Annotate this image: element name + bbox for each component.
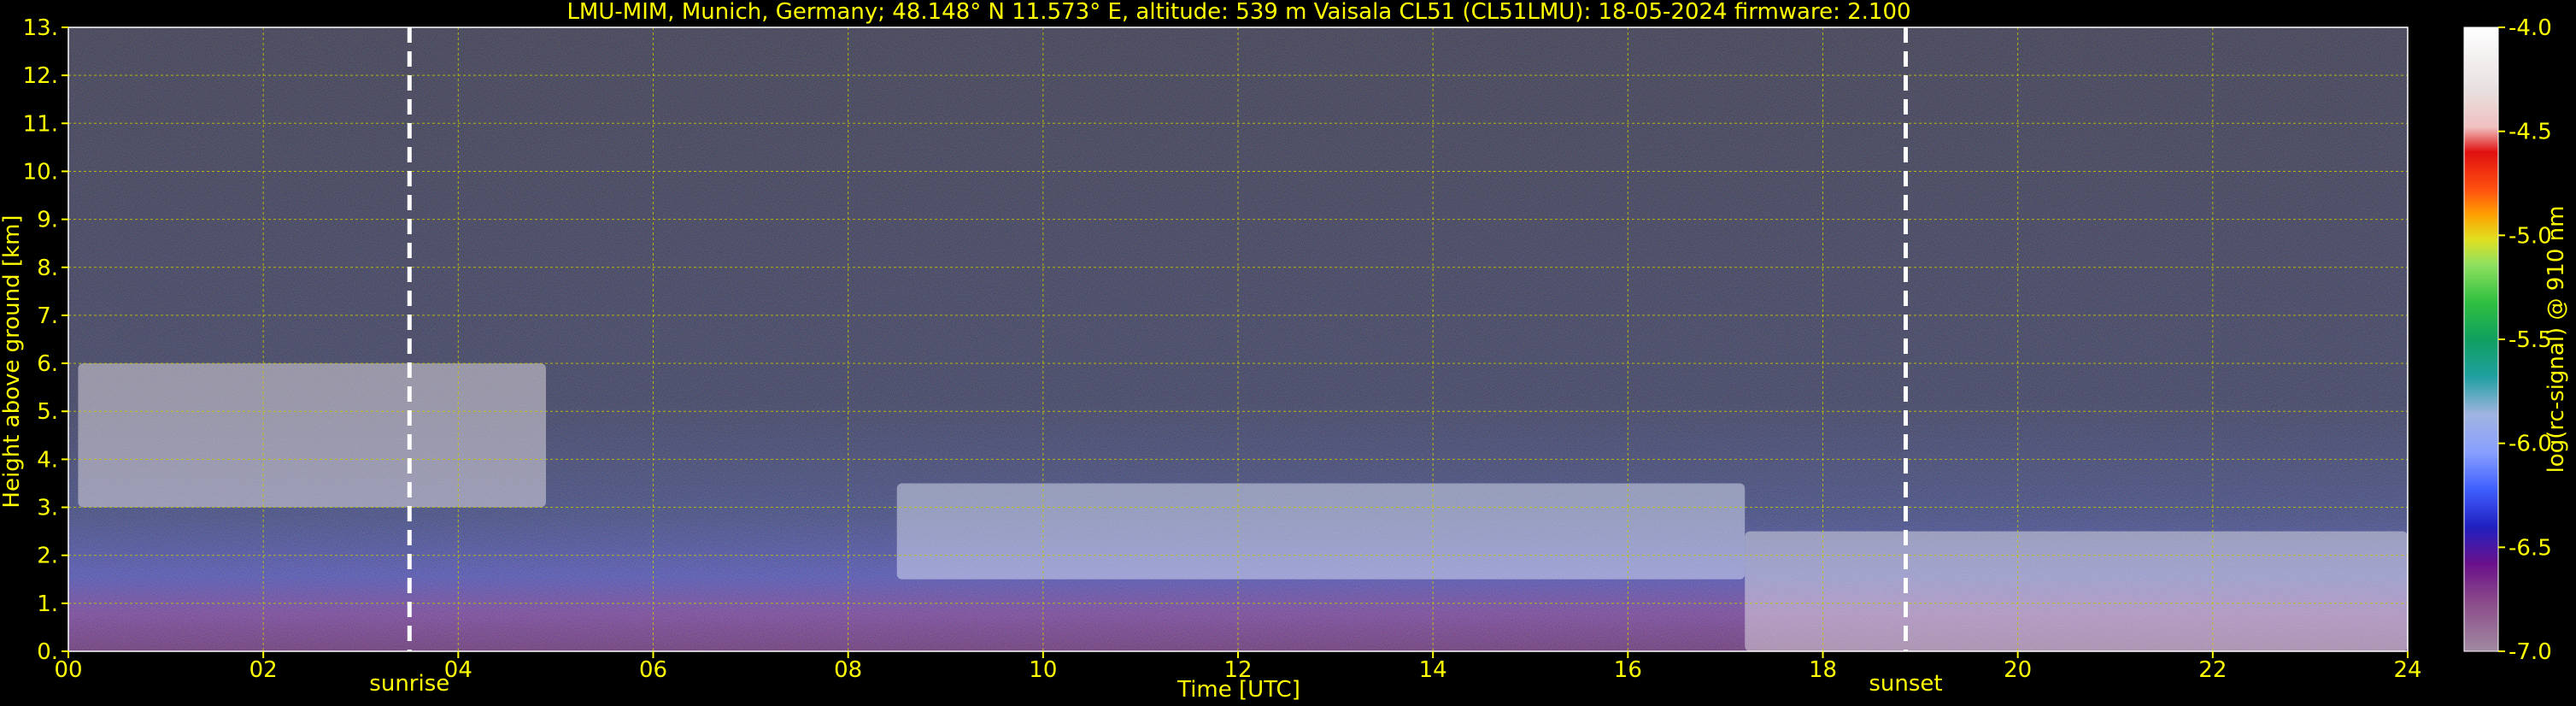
y-tick-label: 9.	[37, 208, 58, 233]
colorbar-tick-label: -7.0	[2509, 639, 2552, 665]
feature-region	[896, 483, 1746, 580]
y-tick-label: 5.	[37, 399, 58, 425]
y-axis-ticks: 0.1.2.3.4.5.6.7.8.9.10.11.12.13.	[23, 15, 68, 665]
colorbar-tick-label: -6.5	[2509, 535, 2552, 561]
y-tick-label: 1.	[37, 591, 58, 617]
x-tick-label: 16	[1614, 657, 1642, 683]
x-tick-label: 02	[249, 657, 278, 683]
marker-label: sunrise	[369, 671, 449, 697]
y-tick-label: 11.	[23, 111, 58, 137]
feature-region	[1745, 531, 2408, 651]
colorbar-tick-label: -4.5	[2509, 120, 2552, 145]
ceilometer-figure: 0. 1. 2. 3. 4. 5. 6. 7. 8. 9. 10. 11. 12. 13. 00 02 04 0…	[0, 0, 2576, 706]
x-tick-label: 22	[2198, 657, 2227, 683]
y-tick-label: 4.	[37, 447, 58, 473]
x-axis-label: Time [UTC]	[1177, 677, 1300, 703]
x-tick-label: 18	[1809, 657, 1837, 683]
x-tick-label: 08	[834, 657, 862, 683]
y-tick-label: 2.	[37, 544, 58, 569]
y-tick-label: 12.	[23, 63, 58, 89]
y-tick-label: 7.	[37, 303, 58, 329]
chart-title: LMU-MIM, Munich, Germany; 48.148° N 11.5…	[566, 0, 1910, 25]
chart-svg: 0.1.2.3.4.5.6.7.8.9.10.11.12.13. 00 02 04 0…	[0, 0, 2569, 703]
y-tick-label: 6.	[37, 351, 58, 377]
x-tick-label: 06	[639, 657, 667, 683]
y-tick-label: 3.	[37, 496, 58, 521]
colorbar: -4.0-4.5-5.0-5.5-6.0-6.5-7.0 log(rc-sign…	[2463, 15, 2569, 665]
y-tick-label: 8.	[37, 256, 58, 281]
feature-region	[78, 363, 547, 508]
marker-labels: sunrise sunset	[369, 671, 1942, 697]
x-tick-label: 24	[2393, 657, 2421, 683]
x-tick-label: 20	[2004, 657, 2032, 683]
y-tick-label: 10.	[23, 159, 58, 185]
plot-area	[67, 26, 2409, 652]
x-tick-label: 10	[1029, 657, 1057, 683]
y-tick-label: 13.	[23, 15, 58, 41]
marker-label: sunset	[1869, 671, 1942, 697]
colorbar-label: log(rc-signal) @ 910 nm	[2544, 206, 2569, 474]
y-axis-label: Height above ground [km]	[0, 215, 25, 508]
x-tick-label: 00	[54, 657, 82, 683]
colorbar-tick-label: -4.0	[2509, 15, 2552, 41]
x-tick-label: 14	[1419, 657, 1447, 683]
colorbar-scale	[2463, 26, 2499, 652]
